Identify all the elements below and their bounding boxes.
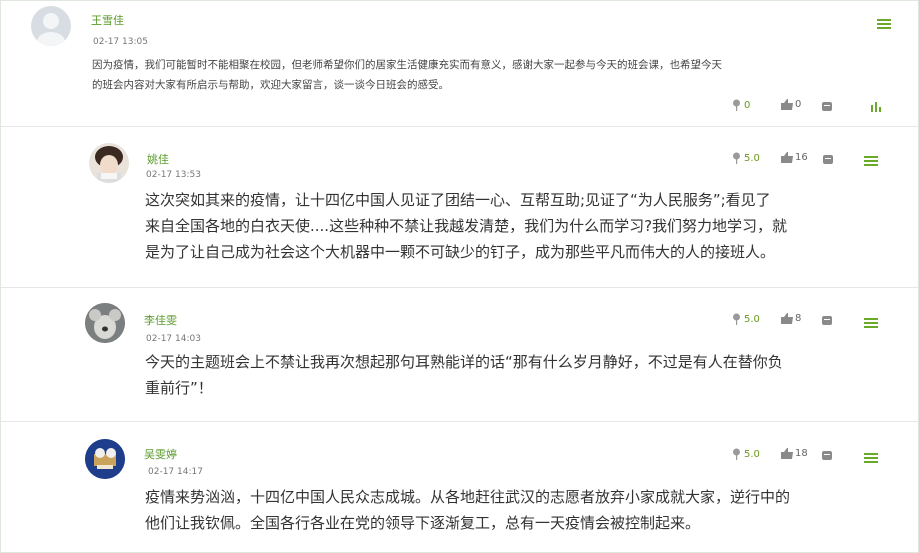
like-stat[interactable]: 0: [781, 99, 801, 110]
flower-icon: [733, 313, 740, 325]
menu-icon[interactable]: [864, 156, 878, 166]
reply-text-line: 来自全国各地的白衣天使....这些种种不禁让我越发清楚，我们为什么而学习?我们努…: [145, 217, 788, 235]
reply-text-line: 疫情来势汹汹，十四亿中国人民众志成城。从各地赶往武汉的志愿者放弃小家成就大家，逆…: [145, 488, 791, 506]
post-time: 02-17 13:05: [93, 37, 148, 47]
score-stat[interactable]: 5.0: [731, 448, 760, 460]
avatar[interactable]: [85, 303, 125, 343]
score-stat[interactable]: 0: [731, 99, 750, 111]
menu-icon[interactable]: [877, 19, 891, 29]
score-value: 5.0: [744, 313, 760, 325]
like-count: 18: [795, 448, 808, 459]
reply-item: 李佳雯 02-17 14:03 今天的主题班会上不禁让我再次想起那句耳熟能详的话…: [1, 288, 918, 422]
menu-icon[interactable]: [864, 453, 878, 463]
flower-icon: [733, 152, 740, 164]
score-value: 0: [744, 99, 751, 111]
like-stat[interactable]: 16: [781, 152, 808, 163]
thumbs-up-icon: [781, 152, 793, 163]
thumbs-up-icon: [781, 448, 793, 459]
author-name[interactable]: 吴雯婷: [144, 446, 177, 462]
reply-icon[interactable]: [871, 102, 883, 112]
reply-item: 姚佳 02-17 13:53 这次突如其来的疫情，让十四亿中国人见证了团结一心、…: [1, 127, 918, 288]
avatar[interactable]: [31, 6, 71, 46]
reply-time: 02-17 14:03: [146, 334, 201, 344]
like-stat[interactable]: 18: [781, 448, 808, 459]
author-name[interactable]: 姚佳: [147, 151, 169, 167]
reply-item: 吴雯婷 02-17 14:17 疫情来势汹汹，十四亿中国人民众志成城。从各地赶往…: [1, 422, 918, 552]
flower-icon: [733, 99, 740, 111]
author-name[interactable]: 王雪佳: [91, 12, 124, 28]
post-text-line: 的班会内容对大家有所启示与帮助，欢迎大家留言，谈一谈今日班会的感受。: [92, 79, 449, 91]
main-post: 王雪佳 02-17 13:05 因为疫情，我们可能暂时不能相聚在校园，但老师希望…: [1, 1, 918, 127]
reply-text-line: 重前行”！: [145, 379, 213, 397]
thumbs-up-icon: [781, 99, 793, 110]
reply-time: 02-17 13:53: [146, 170, 201, 180]
reply-time: 02-17 14:17: [148, 467, 203, 477]
post-text-line: 因为疫情，我们可能暂时不能相聚在校园，但老师希望你们的居家生活健康充实而有意义，…: [92, 59, 722, 71]
avatar[interactable]: [85, 439, 125, 479]
author-name[interactable]: 李佳雯: [144, 312, 177, 328]
score-value: 5.0: [744, 152, 760, 164]
thumbs-up-icon: [781, 313, 793, 324]
comment-icon[interactable]: [822, 102, 832, 111]
flower-icon: [733, 448, 740, 460]
reply-text-line: 是为了让自己成为社会这个大机器中一颗不可缺少的钉子，成为那些平凡而伟大的人的接班…: [145, 243, 776, 261]
reply-text-line: 他们让我钦佩。全国各行各业在党的领导下逐渐复工，总有一天疫情会被控制起来。: [145, 514, 701, 532]
avatar[interactable]: [89, 143, 129, 183]
score-stat[interactable]: 5.0: [731, 152, 760, 164]
like-count: 0: [795, 99, 802, 110]
score-value: 5.0: [744, 448, 760, 460]
menu-icon[interactable]: [864, 318, 878, 328]
comment-icon[interactable]: [823, 155, 833, 164]
comment-icon[interactable]: [822, 451, 832, 460]
like-count: 8: [795, 313, 802, 324]
comment-thread: 王雪佳 02-17 13:05 因为疫情，我们可能暂时不能相聚在校园，但老师希望…: [0, 0, 919, 553]
like-count: 16: [795, 152, 808, 163]
score-stat[interactable]: 5.0: [731, 313, 760, 325]
reply-text-line: 这次突如其来的疫情，让十四亿中国人见证了团结一心、互帮互助;见证了“为人民服务”…: [145, 191, 771, 209]
reply-text-line: 今天的主题班会上不禁让我再次想起那句耳熟能详的话“那有什么岁月静好，不过是有人在…: [145, 353, 783, 371]
like-stat[interactable]: 8: [781, 313, 801, 324]
comment-icon[interactable]: [822, 316, 832, 325]
